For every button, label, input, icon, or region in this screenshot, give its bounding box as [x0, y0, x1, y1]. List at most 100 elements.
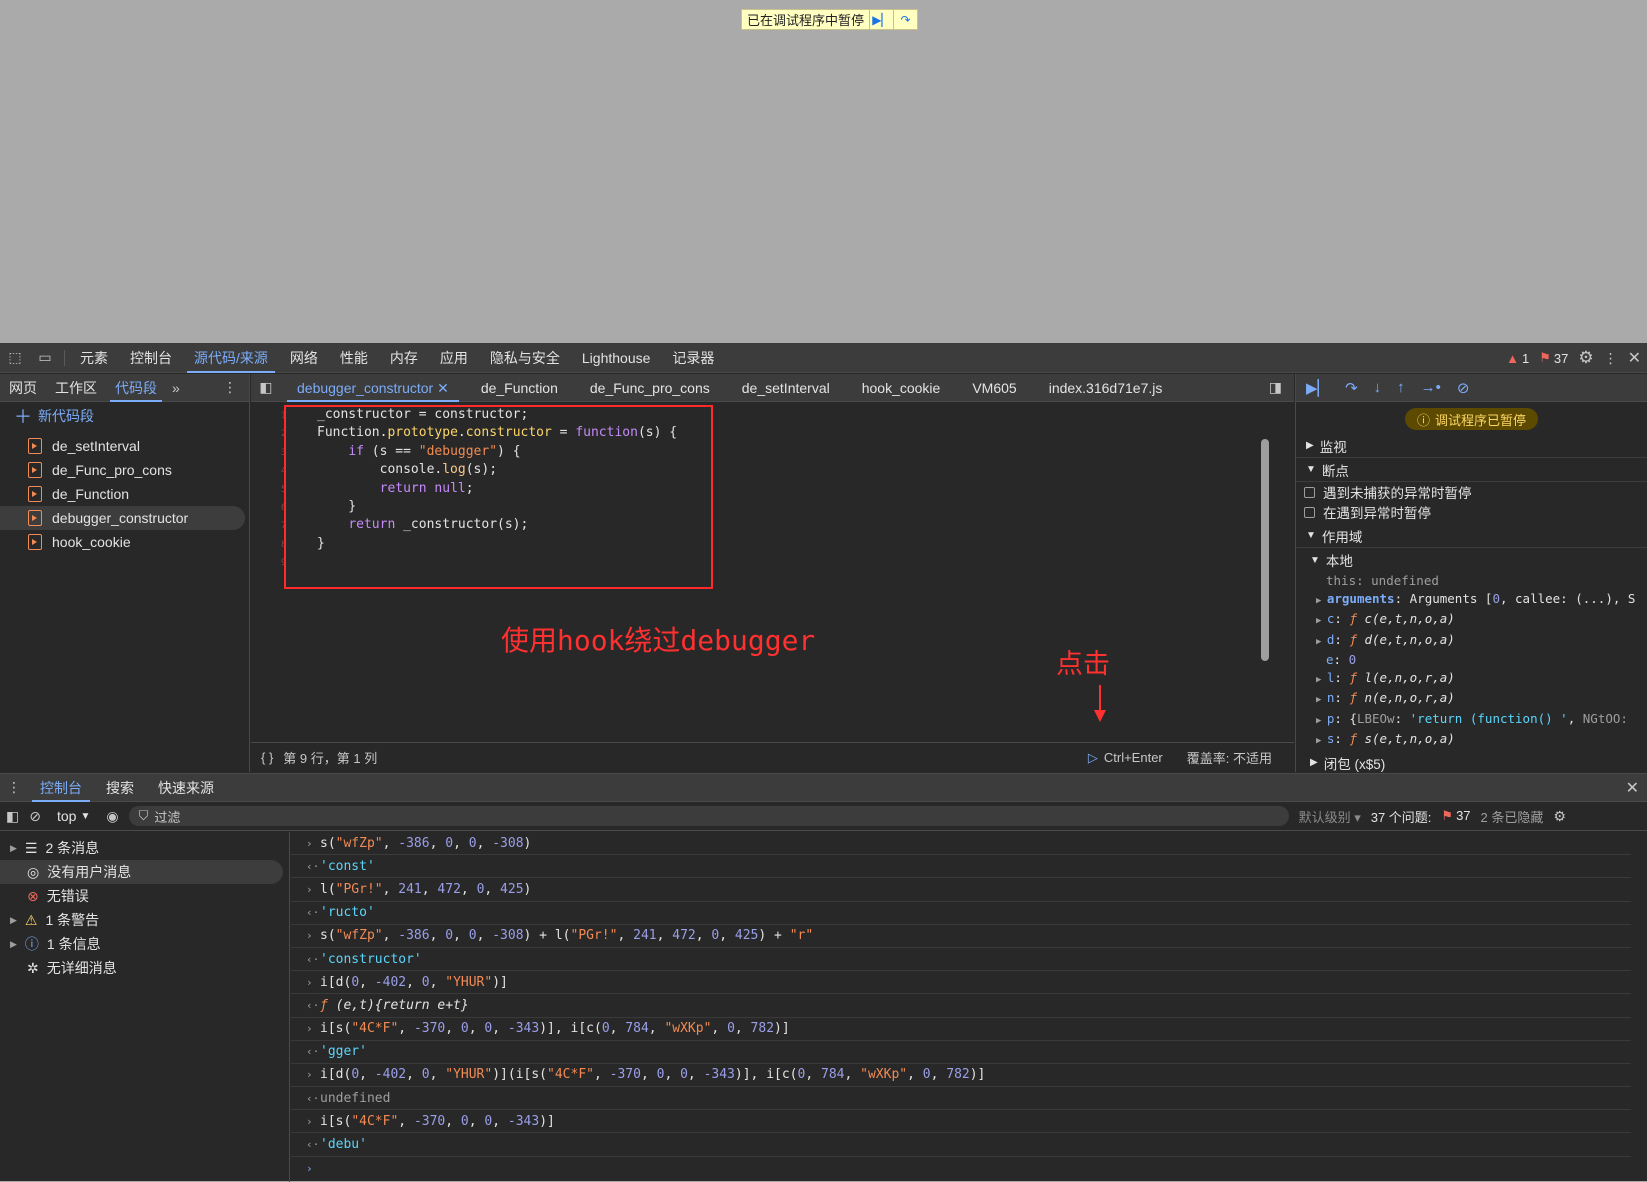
drawer-menu-icon[interactable]: ⋮: [0, 779, 28, 796]
sidebar-item-warnings[interactable]: ▶ ⚠ 1 条警告: [0, 908, 289, 932]
navigator-tab-page[interactable]: 网页: [0, 374, 46, 402]
toggle-debugger-sidebar-icon[interactable]: ◨: [1269, 379, 1294, 396]
sidebar-item-verbose[interactable]: ✲ 无详细消息: [0, 956, 289, 980]
navigator-tab-workspace[interactable]: 工作区: [46, 374, 106, 402]
console-prompt[interactable]: ›: [291, 1157, 1631, 1180]
step-icon[interactable]: →•: [1421, 379, 1441, 396]
inspect-element-icon[interactable]: ⬚: [0, 343, 30, 373]
tab-sources[interactable]: 源代码/来源: [183, 343, 279, 373]
close-tab-icon[interactable]: ✕: [437, 380, 449, 396]
toggle-navigator-icon[interactable]: ◧: [251, 374, 281, 402]
snippet-item-selected[interactable]: debugger_constructor: [0, 506, 245, 530]
editor-tab[interactable]: de_Func_pro_cons: [574, 374, 726, 402]
step-over-icon[interactable]: ↷: [893, 10, 917, 29]
annotation-click-text: 点击: [1056, 649, 1110, 680]
device-toolbar-icon[interactable]: ▭: [30, 343, 60, 373]
tab-lighthouse[interactable]: Lighthouse: [571, 343, 662, 373]
pause-uncaught-checkbox[interactable]: 遇到未捕获的异常时暂停: [1296, 482, 1647, 502]
navigator-menu-icon[interactable]: ⋮: [223, 379, 249, 396]
pretty-print-icon[interactable]: { }: [251, 750, 283, 765]
drawer-tab-quick-source[interactable]: 快速来源: [146, 774, 226, 802]
close-devtools-icon[interactable]: ✕: [1628, 348, 1641, 368]
tab-elements[interactable]: 元素: [69, 343, 119, 373]
breakpoints-section[interactable]: ▼ 断点: [1296, 458, 1647, 482]
warnings-badge[interactable]: ▲ 1: [1506, 351, 1529, 366]
tab-application[interactable]: 应用: [429, 343, 479, 373]
issues-count-badge[interactable]: ⚑ 37: [1441, 808, 1470, 824]
live-expression-eye-icon[interactable]: ◉: [106, 808, 118, 825]
editor-tab[interactable]: hook_cookie: [846, 374, 957, 402]
scope-var[interactable]: ▶ d: ƒ d(e,t,n,o,a): [1316, 631, 1647, 652]
navigator-tab-snippets[interactable]: 代码段: [106, 374, 166, 402]
local-scope[interactable]: ▼ 本地: [1296, 548, 1647, 572]
tab-recorder[interactable]: 记录器: [661, 343, 725, 373]
sources-navigator: 网页 工作区 代码段 » ⋮ ＋ 新代码段 de_setInterval de_…: [0, 374, 250, 772]
navigator-tabs: 网页 工作区 代码段 » ⋮: [0, 374, 249, 402]
editor-tab[interactable]: VM605: [956, 374, 1032, 402]
sidebar-item-errors[interactable]: ⊗ 无错误: [0, 884, 289, 908]
tab-privacy-security[interactable]: 隐私与安全: [479, 343, 571, 373]
tab-console[interactable]: 控制台: [119, 343, 183, 373]
editor-scrollbar[interactable]: [1261, 439, 1269, 661]
snippet-file-icon: [28, 438, 42, 454]
filter-placeholder: 过滤: [154, 809, 181, 825]
run-play-icon: ▷: [1087, 749, 1098, 765]
step-into-icon[interactable]: ↓: [1374, 379, 1382, 396]
drawer-tab-console[interactable]: 控制台: [28, 774, 94, 802]
console-toolbar: ◧ ⊘ top ▼ ◉ ⛉ 过滤 默认级别 ▾ 37 个问题: ⚑ 37 2 条已隐藏…: [0, 802, 1647, 831]
log-level-dropdown[interactable]: 默认级别 ▾: [1299, 807, 1361, 826]
console-settings-gear-icon[interactable]: ⚙: [1553, 808, 1566, 825]
console-messages[interactable]: › s("wfZp", -386, 0, 0, -308) ‹·'const' ›…: [291, 832, 1631, 1182]
debugger-toolbar: ▶▏ ↷ ↓ ↑ →• ⊘: [1296, 374, 1647, 402]
scope-var[interactable]: ▶ arguments: Arguments [0, callee: (...)…: [1316, 590, 1647, 611]
step-over-icon[interactable]: ↷: [1345, 379, 1358, 397]
settings-gear-icon[interactable]: ⚙: [1578, 348, 1593, 368]
checkbox[interactable]: [1304, 486, 1315, 498]
sidebar-item-info[interactable]: ▶ ⓘ 1 条信息: [0, 932, 289, 956]
code-area[interactable]: 1 2 3 4 5 6 7 8 9 _constructor = constru…: [251, 403, 1281, 742]
scope-var[interactable]: ▶ n: ƒ n(e,n,o,r,a): [1316, 689, 1647, 710]
sidebar-item-user-messages[interactable]: ◎ 没有用户消息: [0, 860, 283, 884]
editor-tab-debugger-constructor[interactable]: debugger_constructor ✕: [281, 374, 465, 402]
run-snippet-button[interactable]: ▷ Ctrl+Enter: [1088, 750, 1163, 766]
snippet-name: de_Function: [52, 486, 130, 502]
annotation-hook-text: 使用hook绕过debugger: [501, 624, 816, 657]
drawer-tab-search[interactable]: 搜索: [94, 774, 146, 802]
tab-performance[interactable]: 性能: [329, 343, 379, 373]
snippet-item[interactable]: hook_cookie: [0, 530, 249, 554]
editor-tab[interactable]: de_setInterval: [726, 374, 846, 402]
deactivate-breakpoints-icon[interactable]: ⊘: [1457, 379, 1470, 397]
show-sidebar-icon[interactable]: ◧: [6, 808, 19, 825]
snippet-item[interactable]: de_setInterval: [0, 434, 249, 458]
closure-scope[interactable]: ▶ 闭包 (x$5): [1296, 751, 1647, 773]
snippet-item[interactable]: de_Func_pro_cons: [0, 458, 249, 482]
new-snippet-button[interactable]: ＋ 新代码段: [0, 402, 249, 430]
scope-var[interactable]: ▶ s: ƒ s(e,t,n,o,a): [1316, 730, 1647, 751]
step-out-icon[interactable]: ↑: [1397, 379, 1405, 396]
pause-caught-checkbox[interactable]: 在遇到异常时暂停: [1296, 502, 1647, 522]
close-drawer-icon[interactable]: ✕: [1626, 778, 1647, 798]
sidebar-item-messages[interactable]: ▶ ☰ 2 条消息: [0, 836, 289, 860]
snippet-item[interactable]: de_Function: [0, 482, 249, 506]
info-circle-icon: ⓘ: [24, 936, 39, 952]
tab-memory[interactable]: 内存: [379, 343, 429, 373]
more-tabs-chevron-icon[interactable]: »: [166, 380, 186, 396]
clear-console-icon[interactable]: ⊘: [29, 808, 41, 825]
context-selector[interactable]: top ▼: [51, 808, 96, 824]
scope-section[interactable]: ▼ 作用域: [1296, 524, 1647, 548]
editor-tab[interactable]: de_Function: [465, 374, 574, 402]
annotation-highlight-box: [284, 405, 713, 589]
scope-var[interactable]: ▶ p: {LBEOw: 'return (function() ', NGtO…: [1316, 710, 1647, 731]
checkbox[interactable]: [1304, 506, 1315, 518]
scope-var[interactable]: ▶ l: ƒ l(e,n,o,r,a): [1316, 669, 1647, 690]
editor-tab[interactable]: index.316d71e7.js: [1033, 374, 1179, 402]
resume-icon[interactable]: ▶▏: [869, 10, 893, 29]
tab-network[interactable]: 网络: [279, 343, 329, 373]
resume-script-icon[interactable]: ▶▏: [1306, 379, 1329, 397]
more-options-icon[interactable]: ⋮: [1604, 350, 1618, 367]
watch-section[interactable]: ▶ 监视: [1296, 434, 1647, 458]
issues-badge[interactable]: ⚑ 37: [1539, 350, 1568, 366]
scope-var: this: undefined: [1326, 573, 1439, 588]
scope-var[interactable]: ▶ c: ƒ c(e,t,n,o,a): [1316, 610, 1647, 631]
console-filter-input[interactable]: ⛉ 过滤: [128, 806, 1289, 826]
